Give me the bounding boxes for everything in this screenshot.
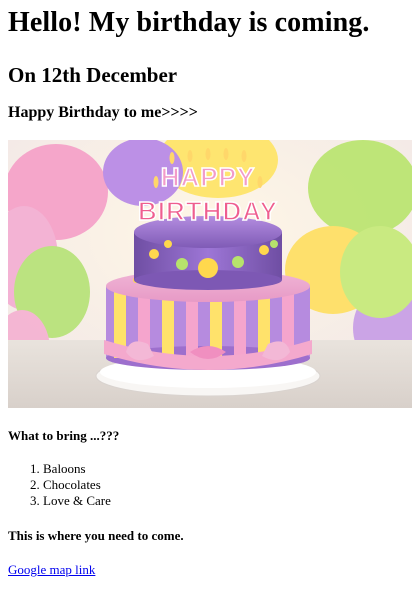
birthday-cake-image: HAPPY BIRTHDAY [8,140,412,408]
date-heading: On 12th December [8,63,178,87]
list-item: Love & Care [43,493,409,509]
cake-top-tier [134,216,282,290]
google-map-link[interactable]: Google map link [8,562,95,578]
page-title: Hello! My birthday is coming. [8,7,370,38]
topper-birthday: BIRTHDAY [138,196,278,226]
bring-list: Baloons Chocolates Love & Care [8,461,409,509]
page: Hello! My birthday is coming. On 12th De… [0,0,417,592]
greeting-heading: Happy Birthday to me>>>> [8,104,198,121]
list-item: Baloons [43,461,409,477]
list-item: Chocolates [43,477,409,493]
bring-heading: What to bring ...??? [8,428,120,443]
topper-happy: HAPPY [161,162,256,192]
location-heading: This is where you need to come. [8,528,184,543]
